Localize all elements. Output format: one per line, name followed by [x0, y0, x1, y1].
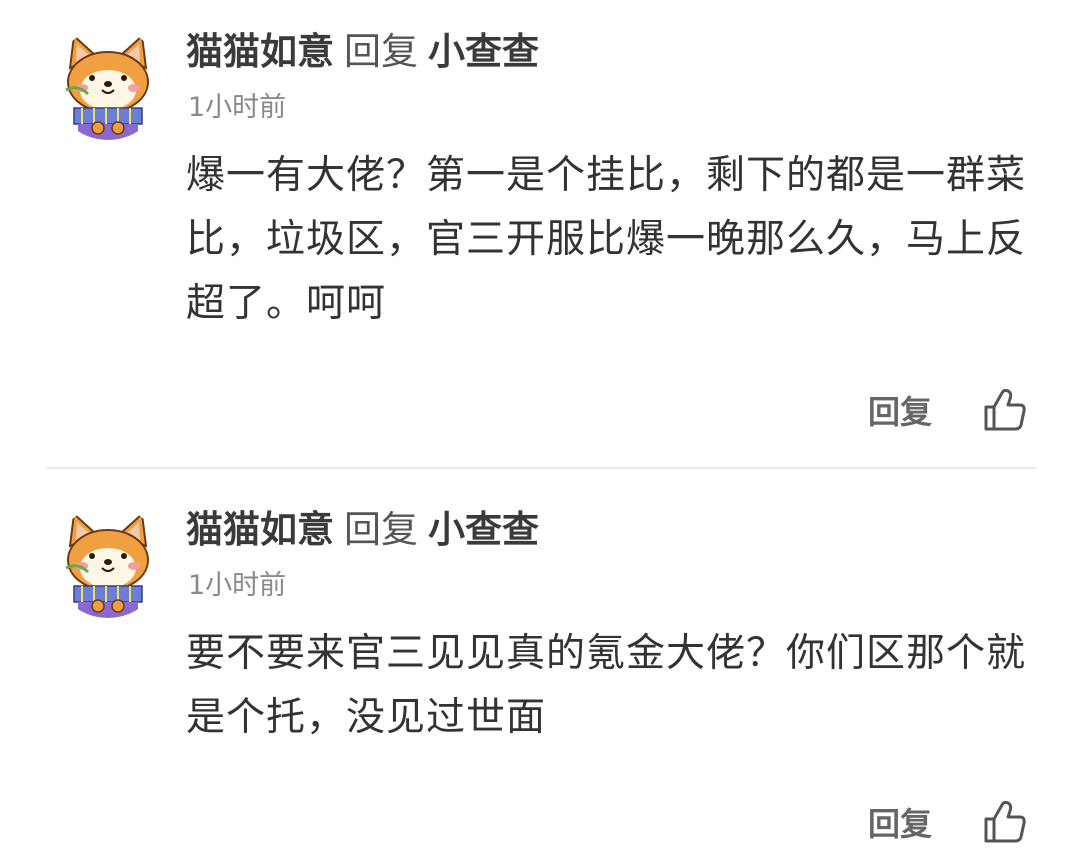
- reply-to-label: 回复: [344, 508, 418, 551]
- reply-to-label: 回复: [344, 30, 418, 73]
- username[interactable]: 猫猫如意: [186, 508, 334, 551]
- comment-time: 1小时前: [188, 92, 287, 123]
- comment-item: 猫猫如意 回复 小查查 1小时前 要不要来官三见见真的氪金大佬？你们区那个就是个托，…: [0, 470, 1080, 852]
- shiba-dog-avatar-icon: [52, 506, 164, 618]
- reply-target-username[interactable]: 小查查: [428, 30, 539, 73]
- reply-button[interactable]: 回复: [868, 799, 932, 845]
- like-button[interactable]: [982, 387, 1028, 433]
- comment-actions: 回复: [868, 792, 1028, 852]
- reply-button[interactable]: 回复: [868, 387, 932, 433]
- comment-item: 猫猫如意 回复 小查查 1小时前 爆一有大佬？第一是个挂比，剩下的都是一群菜比，垃圾…: [0, 0, 1080, 468]
- avatar[interactable]: [52, 28, 164, 140]
- thumbs-up-icon: [984, 388, 1026, 431]
- comment-header: 猫猫如意 回复 小查查: [186, 28, 539, 76]
- shiba-dog-avatar-icon: [52, 28, 164, 140]
- avatar[interactable]: [52, 506, 164, 618]
- comment-content: 爆一有大佬？第一是个挂比，剩下的都是一群菜比，垃圾区，官三开服比爆一晚那么久，马…: [186, 153, 1027, 326]
- comment-divider: [46, 467, 1036, 469]
- comment-content: 要不要来官三见见真的氪金大佬？你们区那个就是个托，没见过世面: [186, 631, 1027, 740]
- thumbs-up-icon: [984, 800, 1026, 843]
- username[interactable]: 猫猫如意: [186, 30, 334, 73]
- comment-actions: 回复: [868, 380, 1028, 440]
- comment-time: 1小时前: [188, 570, 287, 601]
- comment-header: 猫猫如意 回复 小查查: [186, 506, 539, 554]
- like-button[interactable]: [982, 799, 1028, 845]
- reply-target-username[interactable]: 小查查: [428, 508, 539, 551]
